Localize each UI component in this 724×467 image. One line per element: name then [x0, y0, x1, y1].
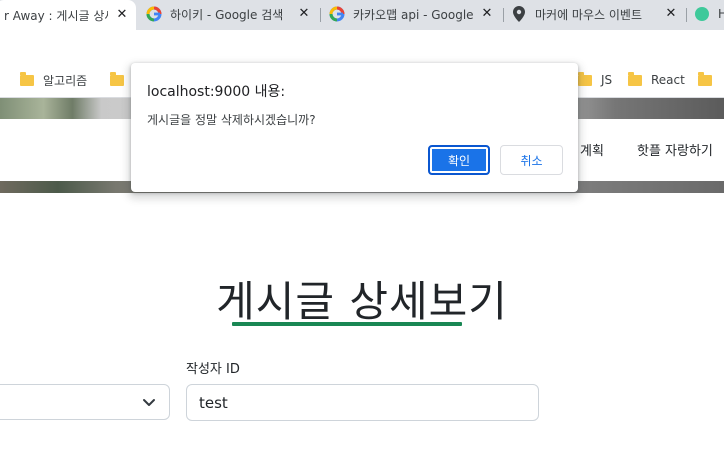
close-icon[interactable]: ✕ — [663, 6, 679, 22]
tab-separator — [503, 8, 504, 22]
tab-title: 하이키 - Google 검색 — [170, 7, 284, 22]
tab-title: r Away : 게시글 상세 — [4, 8, 108, 23]
bookmark-label: React — [651, 73, 685, 87]
tab-post-detail[interactable]: r Away : 게시글 상세 ✕ — [0, 0, 136, 30]
close-icon[interactable]: ✕ — [479, 6, 495, 22]
bookmark-label: 알고리즘 — [43, 73, 88, 88]
title-underline — [232, 322, 462, 326]
browser-toolbar — [0, 30, 724, 63]
tab-partial[interactable]: H — [694, 0, 724, 28]
folder-icon — [698, 71, 712, 86]
chevron-down-icon — [141, 394, 157, 410]
author-id-label: 작성자 ID — [186, 362, 240, 377]
folder-icon — [628, 71, 642, 86]
bookmark-folder[interactable] — [698, 71, 721, 88]
tab-title: 카카오맵 api - Google — [353, 7, 473, 22]
folder-icon — [110, 71, 124, 86]
bookmark-folder[interactable] — [110, 71, 133, 88]
tab-strip: r Away : 게시글 상세 ✕ 하이키 - Google 검색 ✕ 카카오맵… — [0, 0, 724, 30]
confirm-ok-button[interactable]: 확인 — [428, 145, 490, 175]
dialog-message: 게시글을 정말 삭제하시겠습니까? — [147, 113, 316, 127]
close-icon[interactable]: ✕ — [114, 7, 130, 23]
confirm-cancel-button[interactable]: 취소 — [500, 145, 563, 175]
map-pin-icon — [511, 6, 527, 22]
bookmark-react[interactable]: React — [628, 71, 685, 88]
close-icon[interactable]: ✕ — [296, 6, 312, 22]
page-title: 게시글 상세보기 — [216, 277, 508, 326]
tab-separator — [686, 8, 687, 22]
nav-item-brag[interactable]: 핫플 자랑하기 — [637, 140, 713, 159]
tab-separator — [320, 8, 321, 22]
confirm-dialog: localhost:9000 내용: 게시글을 정말 삭제하시겠습니까? 확인 … — [131, 63, 578, 192]
category-select[interactable] — [0, 384, 170, 420]
tab-google-search-2[interactable]: 카카오맵 api - Google ✕ — [329, 0, 495, 28]
nav-item-plan[interactable]: 계획 — [580, 140, 604, 159]
tab-title: 마커에 마우스 이벤트 — [535, 7, 642, 22]
dialog-origin: localhost:9000 내용: — [147, 84, 286, 100]
tab-title: H — [718, 7, 724, 21]
author-id-field[interactable] — [186, 384, 539, 421]
folder-icon — [578, 71, 592, 86]
bookmark-label: JS — [601, 73, 613, 87]
google-icon — [146, 6, 162, 22]
google-icon — [329, 6, 345, 22]
tab-marker-event[interactable]: 마커에 마우스 이벤트 ✕ — [511, 0, 679, 28]
tab-google-search-1[interactable]: 하이키 - Google 검색 ✕ — [146, 0, 312, 28]
folder-icon — [20, 71, 34, 86]
bookmark-js[interactable]: JS — [578, 71, 613, 88]
bookmark-algorithm[interactable]: 알고리즘 — [20, 71, 88, 88]
green-site-icon — [694, 6, 710, 22]
